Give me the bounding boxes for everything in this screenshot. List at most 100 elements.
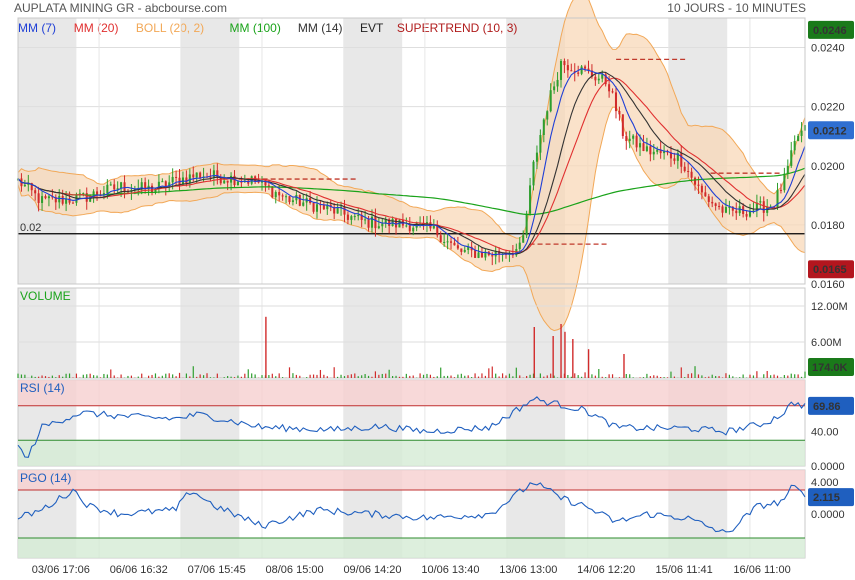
chart-title: AUPLATA MINING GR - abcbourse.com — [14, 1, 227, 15]
candle-body — [642, 143, 645, 152]
candle-body — [281, 195, 284, 197]
candle-body — [109, 184, 112, 186]
x-axis-label: 08/06 15:00 — [266, 564, 324, 576]
x-axis-label: 10/06 13:40 — [421, 564, 479, 576]
candle-body — [188, 174, 191, 184]
candle-body — [336, 208, 339, 214]
candle-body — [395, 218, 398, 228]
reference-line-label: 0.02 — [20, 222, 41, 234]
legend-entry: EVT — [360, 21, 384, 35]
candle-body — [192, 174, 195, 178]
candle-body — [480, 252, 483, 258]
legend-entry: MM (100) — [230, 21, 281, 35]
candle-body — [704, 192, 707, 197]
candle-body — [456, 245, 459, 249]
candle-body — [711, 201, 714, 204]
candle-body — [140, 182, 143, 189]
candle-body — [625, 136, 628, 141]
session-shade — [668, 288, 728, 378]
candle-body — [298, 194, 301, 206]
candle-body — [477, 252, 480, 258]
candle-body — [474, 250, 477, 258]
x-axis-label: 03/06 17:06 — [32, 564, 90, 576]
candle-body — [800, 130, 803, 136]
candle-body — [343, 206, 346, 215]
candle-body — [597, 78, 600, 81]
stock-chart: AUPLATA MINING GR - abcbourse.com 10 JOUR… — [14, 0, 854, 576]
candle-body — [381, 223, 384, 227]
candle-body — [735, 210, 738, 214]
pgo-lower-zone — [18, 538, 805, 558]
candle-body — [439, 235, 442, 243]
candle-body — [278, 192, 281, 196]
candle-body — [570, 70, 573, 72]
candle-body — [449, 241, 453, 243]
candle-body — [491, 255, 494, 257]
candle-body — [236, 181, 239, 186]
candle-body — [577, 72, 580, 74]
candle-body — [652, 151, 655, 155]
candle-body — [707, 196, 710, 202]
candle-body — [700, 185, 703, 193]
candle-body — [656, 149, 659, 152]
candle-body — [628, 138, 631, 141]
candle-body — [23, 184, 26, 187]
candle-body — [759, 201, 762, 203]
candle-body — [367, 219, 370, 228]
candle-body — [34, 190, 37, 194]
candle-body — [724, 207, 727, 213]
candle-body — [41, 196, 44, 203]
volume-tick-label: 6.00M — [811, 337, 842, 349]
candle-body — [539, 135, 542, 153]
candle-body — [559, 60, 563, 80]
candle-body — [556, 79, 559, 87]
volume-title: VOLUME — [20, 289, 71, 303]
candle-body — [635, 135, 638, 148]
candle-body — [535, 152, 538, 162]
candle-body — [44, 196, 47, 199]
candle-body — [175, 176, 178, 178]
candle-body — [230, 175, 233, 183]
x-axis-label: 15/06 11:41 — [656, 564, 713, 576]
volume-current-label: 174.0K — [812, 362, 848, 374]
legend-entry: SUPERTREND (10, 3) — [397, 21, 517, 35]
candle-body — [621, 114, 624, 137]
candle-body — [61, 196, 64, 204]
candle-body — [697, 184, 700, 186]
candle-body — [291, 200, 294, 203]
candle-body — [47, 196, 50, 199]
candle-body — [285, 196, 288, 198]
candle-body — [364, 219, 367, 221]
candle-body — [683, 166, 686, 172]
candle-body — [566, 65, 569, 71]
candle-body — [783, 173, 786, 191]
session-shade — [18, 18, 77, 284]
candle-body — [199, 172, 202, 179]
candle-body — [618, 111, 621, 115]
candle-body — [680, 153, 683, 167]
candle-body — [673, 158, 676, 161]
candle-body — [542, 119, 545, 136]
candle-body — [123, 182, 126, 192]
candle-body — [687, 171, 690, 173]
legend-entry: MM (7) — [18, 21, 56, 35]
candle-body — [745, 214, 748, 217]
candle-body — [405, 225, 408, 227]
x-axis-label: 13/06 13:00 — [499, 564, 557, 576]
price-tick-label: 0.0240 — [811, 43, 845, 55]
session-shade — [343, 288, 403, 378]
pgo-current-label: 2.115 — [813, 492, 840, 504]
candle-body — [161, 181, 164, 183]
candle-body — [315, 204, 319, 212]
candle-body — [779, 189, 782, 191]
candle-body — [113, 184, 116, 190]
candle-body — [663, 151, 666, 154]
candle-body — [171, 176, 174, 183]
candle-body — [346, 214, 349, 220]
pgo-upper-zone — [18, 470, 805, 490]
candle-body — [639, 143, 642, 148]
candle-body — [271, 186, 274, 198]
candle-body — [532, 161, 535, 186]
candle-body — [195, 172, 198, 178]
candle-body — [611, 91, 614, 93]
